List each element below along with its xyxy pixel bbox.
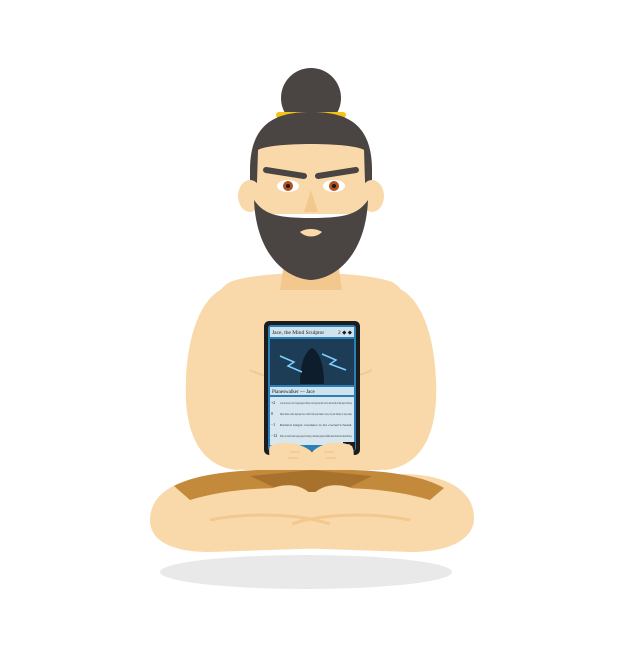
ground-shadow — [160, 555, 452, 589]
ability-cost: +2 — [271, 400, 275, 405]
ability-cost: 0 — [271, 411, 273, 416]
meditating-figure-illustration: Jace, the Mind Sculptor 2 ◆ ◆ Planeswalk… — [150, 68, 474, 589]
card-mana-cost: 2 ◆ ◆ — [338, 330, 353, 336]
ability-text: Look at the top card of target player's … — [280, 401, 352, 405]
magic-card: Jace, the Mind Sculptor 2 ◆ ◆ Planeswalk… — [264, 321, 360, 455]
card-type-line: Planeswalker — Jace — [272, 390, 316, 395]
card-name: Jace, the Mind Sculptor — [272, 330, 324, 336]
ability-cost: −1 — [271, 422, 275, 427]
ability-text: Return target creature to its owner's ha… — [280, 423, 352, 427]
ability-cost: −12 — [271, 433, 277, 438]
